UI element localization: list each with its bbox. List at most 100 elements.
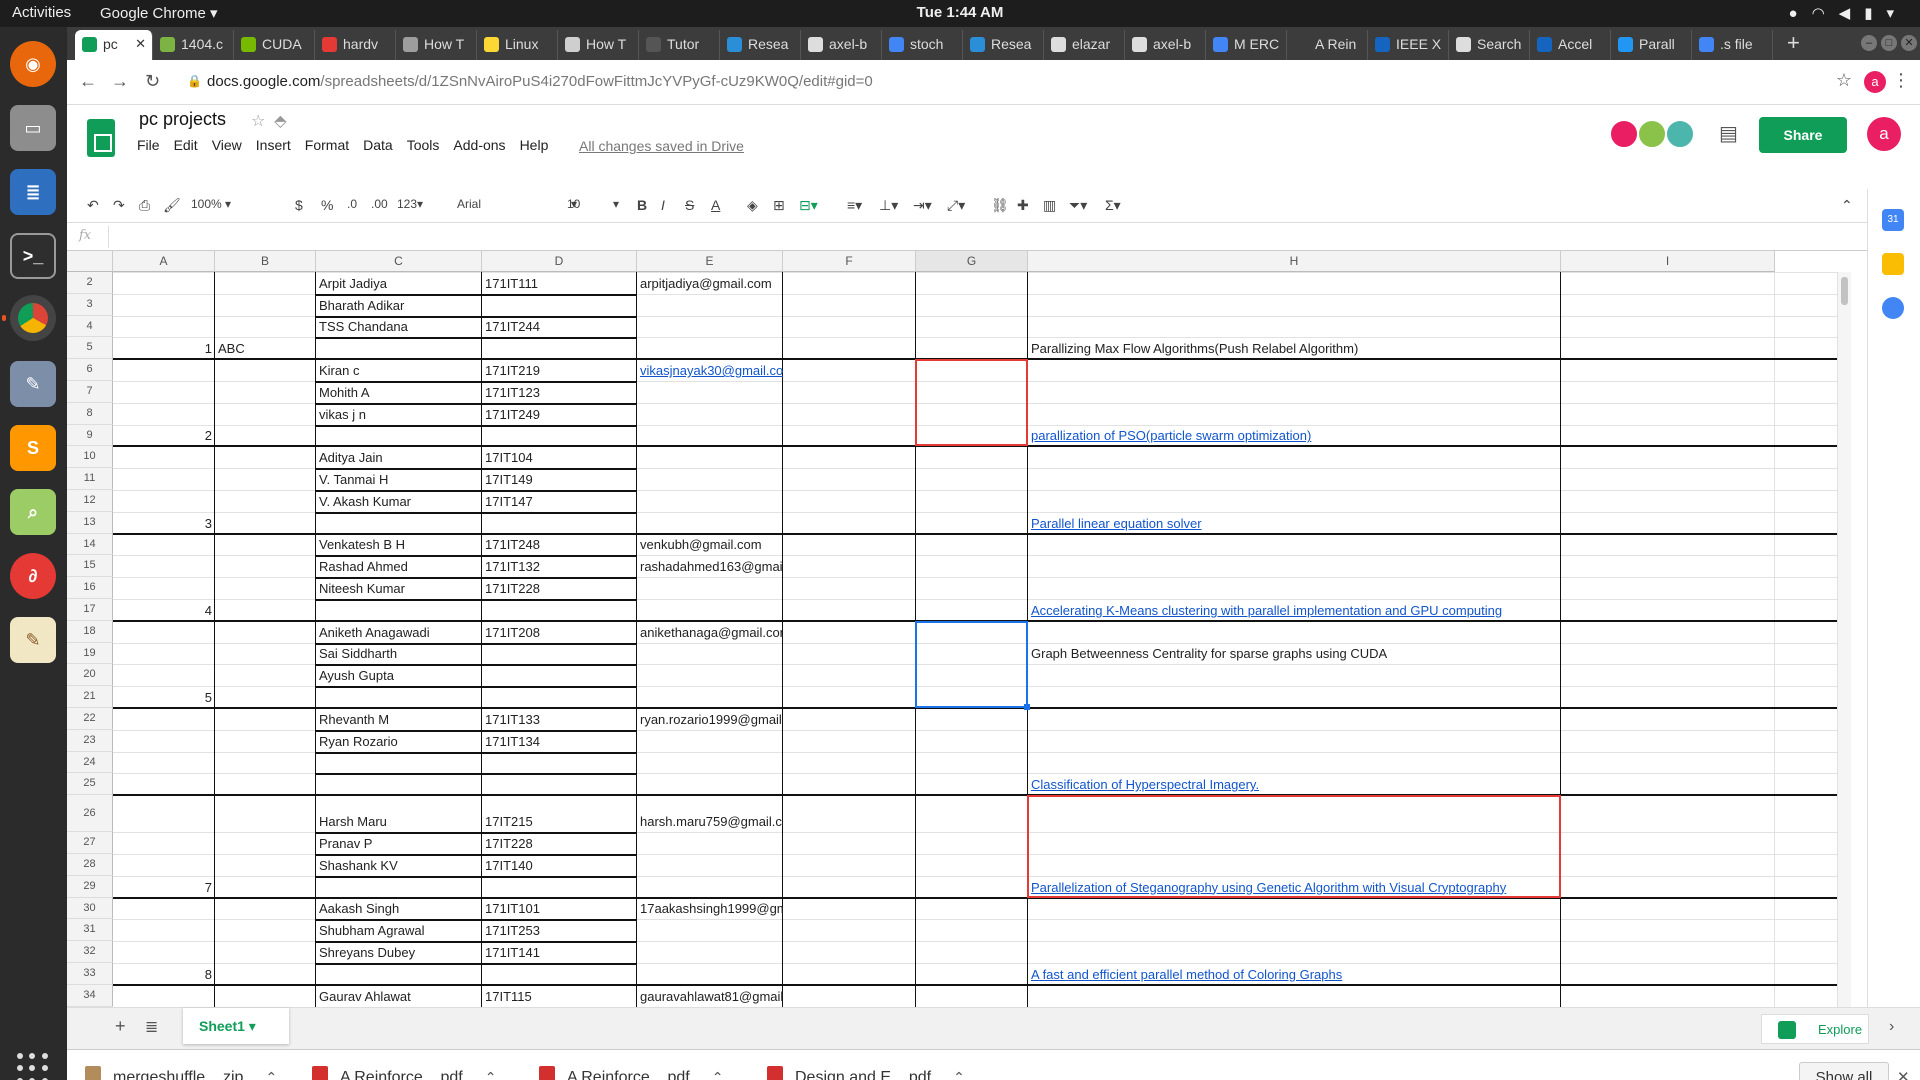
download-item[interactable]: A Reinforce....pdf ⌃ [312, 1066, 496, 1080]
row-header[interactable]: 19 [67, 642, 113, 665]
row-header[interactable]: 13 [67, 511, 113, 534]
download-menu-icon[interactable]: ⌃ [265, 1069, 277, 1080]
format-percent-button[interactable]: % [321, 197, 333, 213]
member-name-cell[interactable]: Ayush Gupta [316, 667, 482, 685]
insert-chart-icon[interactable]: ▥ [1043, 197, 1056, 214]
collaborator-avatar[interactable] [1637, 119, 1667, 149]
browser-tab[interactable]: axel-b [801, 30, 882, 60]
row-header[interactable]: 21 [67, 686, 113, 708]
column-header-g[interactable]: G [916, 251, 1028, 272]
member-name-cell[interactable]: V. Tanmai H [316, 471, 482, 489]
menu-addons[interactable]: Add-ons [453, 137, 505, 153]
browser-tab[interactable]: Accel [1530, 30, 1611, 60]
row-header[interactable]: 30 [67, 897, 113, 920]
member-id-cell[interactable]: 17IT104 [482, 449, 637, 467]
project-title-cell[interactable]: Parallel linear equation solver [1028, 515, 1561, 533]
member-id-cell[interactable]: 17IT115 [482, 988, 637, 1006]
member-name-cell[interactable]: Niteesh Kumar [316, 580, 482, 598]
member-id-cell[interactable]: 171IT132 [482, 558, 637, 576]
email-cell[interactable]: anikethanaga@gmail.com [637, 624, 783, 642]
calendar-icon[interactable]: 31 [1882, 209, 1904, 231]
browser-tab[interactable]: Tutor [639, 30, 720, 60]
vertical-scrollbar-thumb[interactable] [1841, 277, 1848, 305]
row-header[interactable]: 25 [67, 773, 113, 796]
row-header[interactable]: 26 [67, 795, 113, 833]
download-item[interactable]: Design and E....pdf ⌃ [767, 1066, 965, 1080]
email-cell[interactable]: ryan.rozario1999@gmail.com [637, 711, 783, 729]
column-header-h[interactable]: H [1028, 251, 1561, 272]
browser-tab[interactable]: How T [558, 30, 639, 60]
row-header[interactable]: 11 [67, 468, 113, 490]
member-id-cell[interactable]: 17IT228 [482, 835, 637, 853]
borders-icon[interactable]: ⊞ [773, 197, 785, 214]
menu-help[interactable]: Help [520, 137, 549, 153]
member-id-cell[interactable]: 17IT140 [482, 857, 637, 875]
strikethrough-button[interactable]: S [685, 197, 694, 213]
row-header[interactable]: 2 [67, 272, 113, 294]
member-name-cell[interactable]: Shashank KV [316, 857, 482, 875]
browser-tab[interactable]: Resea [963, 30, 1044, 60]
column-header-a[interactable]: A [113, 251, 215, 272]
vertical-align-icon[interactable]: ⊥▾ [879, 197, 898, 214]
member-name-cell[interactable]: Mohith A [316, 384, 482, 402]
row-header[interactable]: 18 [67, 620, 113, 643]
project-title-cell[interactable]: Accelerating K-Means clustering with par… [1028, 602, 1561, 620]
battery-icon[interactable]: ▮ [1864, 5, 1886, 22]
member-name-cell[interactable]: Kiran c [316, 362, 482, 380]
close-window-icon[interactable]: ✕ [1901, 35, 1917, 51]
email-cell[interactable]: 17aakashsingh1999@gmail.com [637, 900, 783, 918]
increase-decimals-button[interactable]: .00 [371, 197, 388, 211]
member-name-cell[interactable]: Pranav P [316, 835, 482, 853]
member-name-cell[interactable]: Rashad Ahmed [316, 558, 482, 576]
member-name-cell[interactable]: Sai Siddharth [316, 645, 482, 663]
menu-view[interactable]: View [212, 137, 242, 153]
browser-tab[interactable]: M ERC [1206, 30, 1287, 60]
close-tab-icon[interactable]: ✕ [135, 36, 146, 52]
member-name-cell[interactable]: V. Akash Kumar [316, 493, 482, 511]
more-formats-select[interactable]: 123▾ [397, 197, 423, 211]
member-id-cell[interactable]: 17IT147 [482, 493, 637, 511]
row-header[interactable]: 23 [67, 729, 113, 752]
font-size-select[interactable]: 10 ▾ [567, 197, 619, 211]
functions-icon[interactable]: Σ▾ [1105, 197, 1121, 214]
group-number-cell[interactable]: 5 [113, 689, 215, 707]
browser-tab[interactable]: elazar [1044, 30, 1125, 60]
redo-icon[interactable]: ↷ [113, 197, 125, 214]
maximize-window-icon[interactable]: □ [1881, 35, 1897, 51]
column-header-i[interactable]: I [1561, 251, 1775, 272]
vertical-scrollbar[interactable] [1837, 272, 1851, 1007]
select-all-corner[interactable] [67, 251, 113, 272]
sheets-logo-icon[interactable] [87, 119, 115, 157]
browser-tab[interactable]: hardv [315, 30, 396, 60]
group-number-cell[interactable]: 7 [113, 879, 215, 897]
row-header[interactable]: 22 [67, 708, 113, 730]
files-icon[interactable]: ▭ [10, 105, 56, 151]
row-header[interactable]: 15 [67, 555, 113, 578]
browser-tab[interactable]: Parall [1611, 30, 1692, 60]
wifi-icon[interactable]: ◠ [1812, 5, 1839, 22]
pdf-reader-icon[interactable]: ∂ [10, 553, 56, 599]
decrease-decimals-button[interactable]: .0 [347, 197, 357, 211]
row-header[interactable]: 32 [67, 941, 113, 963]
horizontal-align-icon[interactable]: ≡▾ [847, 197, 862, 214]
email-cell[interactable]: harsh.maru759@gmail.com [637, 813, 783, 831]
download-item[interactable]: mergeshuffle....zip ⌃ [85, 1066, 277, 1080]
lock-icon[interactable]: 🔒 [187, 74, 202, 88]
member-id-cell[interactable]: 17IT215 [482, 813, 637, 831]
project-title-cell[interactable]: Graph Betweenness Centrality for sparse … [1028, 645, 1561, 663]
column-header-d[interactable]: D [482, 251, 637, 272]
clock[interactable]: Tue 1:44 AM [0, 4, 1920, 21]
menu-tools[interactable]: Tools [407, 137, 440, 153]
row-header[interactable]: 28 [67, 854, 113, 876]
group-number-cell[interactable]: 2 [113, 427, 215, 445]
tasks-icon[interactable] [1882, 297, 1904, 319]
chrome-menu-icon[interactable]: ⋮ [1892, 70, 1910, 91]
collaborator-avatar[interactable] [1665, 119, 1695, 149]
column-header-b[interactable]: B [215, 251, 316, 272]
new-tab-icon[interactable]: + [1787, 30, 1800, 56]
back-icon[interactable]: ← [79, 71, 97, 92]
doc-title[interactable]: pc projects [139, 109, 226, 130]
column-header-c[interactable]: C [316, 251, 482, 272]
member-name-cell[interactable]: Gaurav Ahlawat [316, 988, 482, 1006]
row-header[interactable]: 14 [67, 533, 113, 556]
